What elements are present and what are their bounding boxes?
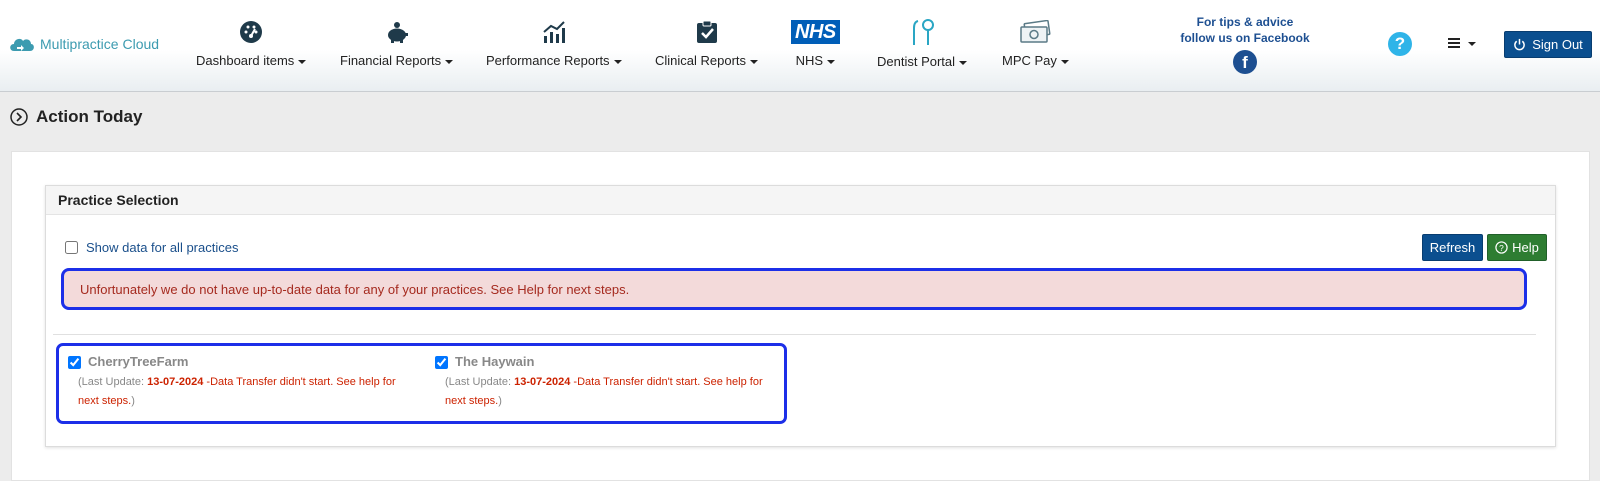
circle-chevron-right-icon[interactable]: [10, 108, 28, 126]
no-data-alert: Unfortunately we do not have up-to-date …: [61, 268, 1527, 310]
help-question-icon[interactable]: ?: [1388, 32, 1412, 56]
facebook-tip: For tips & advice follow us on Facebook …: [1170, 14, 1320, 74]
sign-out-label: Sign Out: [1532, 37, 1583, 52]
last-update-prefix: (Last Update:: [78, 376, 148, 388]
nav-dentist-portal[interactable]: Dentist Portal: [877, 18, 968, 69]
hamburger-icon: [1448, 38, 1460, 50]
bar-chart-trend-icon: [543, 20, 565, 43]
last-update-date: 13-07-2024: [514, 376, 571, 388]
facebook-tip-line1: For tips & advice: [1196, 15, 1294, 29]
practice-name: CherryTreeFarm: [88, 354, 189, 369]
practice-selection-panel: Practice Selection Show data for all pra…: [45, 185, 1556, 447]
nav-dentist-portal-label: Dentist Portal: [877, 54, 956, 69]
facebook-tip-line2: follow us on Facebook: [1180, 31, 1310, 45]
dental-tools-icon: [913, 19, 935, 45]
caret-down-icon: [445, 59, 454, 64]
nav-dashboard-items-label: Dashboard items: [196, 53, 295, 68]
cloud-logo-icon: [10, 38, 34, 51]
facebook-icon[interactable]: f: [1233, 50, 1257, 74]
nav-financial-reports[interactable]: Financial Reports: [340, 18, 454, 68]
piggy-bank-icon: [387, 21, 408, 43]
last-update-date: 13-07-2024: [147, 376, 204, 388]
nav-nhs-label: NHS: [795, 53, 824, 68]
practice-item: The Haywain (Last Update: 13-07-2024 -Da…: [435, 354, 785, 411]
dashboard-gauge-icon: [240, 20, 263, 43]
caret-down-icon: [613, 59, 622, 64]
clipboard-check-icon: [696, 20, 717, 43]
practice-selection-heading: Practice Selection: [46, 186, 1555, 215]
help-button[interactable]: ? Help: [1487, 234, 1547, 261]
refresh-button-label: Refresh: [1429, 240, 1476, 255]
page-title: Action Today: [36, 107, 143, 126]
brand-name: Multipractice Cloud: [40, 36, 160, 52]
caret-down-icon: [959, 60, 968, 65]
nhs-logo-icon: NHS: [791, 19, 840, 44]
nav-clinical-reports[interactable]: Clinical Reports: [655, 18, 759, 68]
last-update-suffix: ): [498, 395, 502, 407]
question-circle-icon: ?: [1495, 241, 1508, 254]
practice-name: The Haywain: [455, 354, 535, 369]
nav-performance-reports-label: Performance Reports: [486, 53, 610, 68]
show-all-practices-checkbox[interactable]: [65, 241, 78, 254]
practice-checkbox[interactable]: [435, 356, 448, 369]
divider: [53, 334, 1536, 335]
caret-down-icon: [1468, 42, 1476, 46]
svg-text:?: ?: [1499, 243, 1504, 253]
nav-clinical-reports-label: Clinical Reports: [655, 53, 747, 68]
help-button-label: Help: [1512, 240, 1539, 255]
nav-mpc-pay-label: MPC Pay: [1002, 53, 1057, 68]
sign-out-button[interactable]: Sign Out: [1504, 31, 1592, 58]
nav-dashboard-items[interactable]: Dashboard items: [196, 18, 307, 68]
caret-down-icon: [298, 59, 307, 64]
practice-item: CherryTreeFarm (Last Update: 13-07-2024 …: [68, 354, 418, 411]
brand-logo[interactable]: Multipractice Cloud: [8, 34, 159, 54]
nav-nhs[interactable]: NHS NHS: [791, 18, 840, 68]
practice-checkbox[interactable]: [68, 356, 81, 369]
cash-icon: [1020, 19, 1051, 43]
page-header: Action Today: [10, 107, 142, 127]
main-card: Practice Selection Show data for all pra…: [11, 151, 1590, 481]
hamburger-menu-button[interactable]: [1448, 38, 1476, 50]
caret-down-icon: [750, 59, 759, 64]
practice-list: CherryTreeFarm (Last Update: 13-07-2024 …: [56, 343, 787, 424]
practice-status: (Last Update: 13-07-2024 -Data Transfer …: [68, 373, 418, 411]
last-update-prefix: (Last Update:: [445, 376, 515, 388]
nav-financial-reports-label: Financial Reports: [340, 53, 442, 68]
show-all-practices-toggle[interactable]: Show data for all practices: [65, 240, 238, 255]
last-update-suffix: ): [131, 395, 135, 407]
refresh-button[interactable]: Refresh: [1422, 234, 1483, 261]
nav-mpc-pay[interactable]: MPC Pay: [1002, 18, 1069, 68]
show-all-practices-label[interactable]: Show data for all practices: [86, 240, 238, 255]
caret-down-icon: [827, 59, 836, 64]
top-navbar: Multipractice Cloud Dashboard items Fina…: [0, 0, 1600, 92]
nav-performance-reports[interactable]: Performance Reports: [486, 18, 622, 68]
caret-down-icon: [1060, 59, 1069, 64]
power-icon: [1514, 38, 1526, 51]
no-data-alert-text: Unfortunately we do not have up-to-date …: [80, 282, 630, 297]
practice-status: (Last Update: 13-07-2024 -Data Transfer …: [435, 373, 785, 411]
